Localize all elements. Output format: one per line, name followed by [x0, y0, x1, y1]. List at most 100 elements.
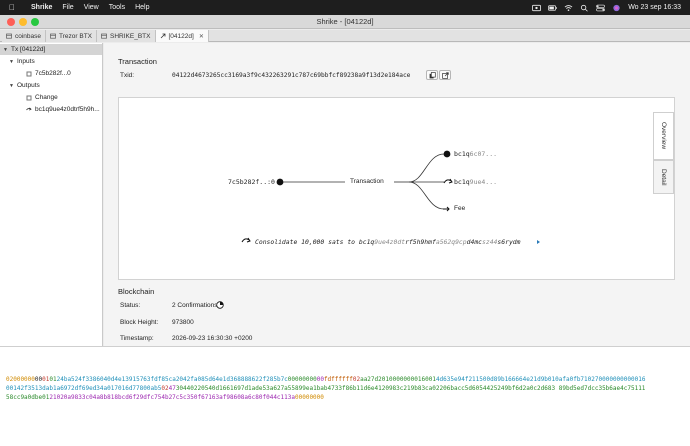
output-1-rest: 6c07...: [469, 150, 498, 158]
tab-bar: coinbase Trezor BTX SHRIKE_BTX [04122d] …: [0, 30, 690, 42]
apple-icon[interactable]: : [9, 3, 19, 12]
tree-input-item[interactable]: 7c5b282f...0: [26, 68, 71, 79]
fee-arrow-icon[interactable]: [443, 206, 450, 212]
copy-txid-button[interactable]: [426, 70, 438, 80]
status-tray-icon[interactable]: [532, 4, 542, 12]
tree-change-label: Change: [35, 94, 58, 101]
tree-root-label: Tx [04122d]: [11, 46, 46, 53]
tree-root[interactable]: ▼ Tx [04122d]: [0, 44, 102, 55]
tree-outputs-label: Outputs: [17, 82, 40, 89]
hex-segment: 00000000: [287, 376, 317, 383]
window-titlebar[interactable]: Shrike - [04122d]: [0, 15, 690, 29]
diagram-center-label[interactable]: Transaction: [350, 178, 384, 185]
status-value: 2 Confirmations: [172, 302, 218, 309]
transaction-memo: Consolidate 10,000 sats to bc1q9ue4z0dtr…: [255, 238, 521, 246]
tab-overview-label: Overview: [660, 122, 667, 150]
wifi-icon[interactable]: [564, 4, 573, 12]
block-height-label: Block Height:: [120, 319, 159, 326]
menubar-status: Wo 23 sep 16:33: [532, 4, 681, 12]
tree-output-address[interactable]: bc1q9ue4z0dtrf5h9h...: [26, 104, 100, 115]
hex-line-3: 58cc9a0dbe0121020a9833c04a8b818bcd6f29df…: [6, 393, 684, 402]
siri-icon[interactable]: [612, 4, 621, 12]
search-icon[interactable]: [580, 4, 589, 12]
hex-line-1: 0200000000010124ba524f3386040d4e13915763…: [6, 375, 684, 384]
block-height-value[interactable]: 973800: [172, 319, 194, 326]
input-node[interactable]: [276, 178, 284, 186]
diagram-fee-label[interactable]: Fee: [454, 205, 465, 212]
tree-output-change[interactable]: Change: [26, 92, 58, 103]
tab-shrike-btx[interactable]: SHRIKE_BTX: [97, 30, 156, 42]
timestamp-label: Timestamp:: [120, 335, 154, 342]
external-link-icon: [441, 71, 449, 79]
output-2-prefix: bc1q: [454, 178, 470, 186]
screen:  Shrike File View Tools Help Wo 23 sep …: [0, 0, 690, 446]
hex-segment: fdffffff: [323, 376, 353, 383]
wallet-icon: [6, 33, 12, 39]
menubar-clock[interactable]: Wo 23 sep 16:33: [628, 4, 681, 11]
hex-segment: aa27d2010000000016001: [360, 376, 436, 383]
menu-help[interactable]: Help: [135, 4, 149, 11]
raw-hex-view[interactable]: 0200000000010124ba524f3386040d4e13915763…: [0, 346, 690, 446]
flow-diagram: [241, 150, 540, 244]
copy-icon: [429, 71, 436, 78]
change-icon: [26, 95, 32, 100]
tab-label: SHRIKE_BTX: [110, 32, 151, 40]
send-arrow-icon: [241, 237, 251, 243]
chevron-down-icon[interactable]: ▼: [3, 47, 8, 53]
tab-label: coinbase: [15, 32, 42, 40]
menu-file[interactable]: File: [62, 4, 73, 11]
output-node-1[interactable]: [443, 150, 451, 158]
close-tab-icon[interactable]: ✕: [199, 33, 204, 40]
menu-app-name[interactable]: Shrike: [31, 4, 52, 11]
hex-segment: 47: [168, 385, 176, 392]
hex-segment: 30440220540d1661697d1ade53a627a55899ea1b…: [175, 385, 646, 392]
menubar:  Shrike File View Tools Help Wo 23 sep …: [0, 0, 690, 15]
memo-address-2: 9ue4z0dt: [374, 238, 406, 246]
memo-address-7: s6rydm: [497, 238, 521, 246]
diagram-input-label[interactable]: 7c5b282f..:0: [228, 178, 275, 186]
control-center-icon[interactable]: [596, 4, 606, 12]
tab-detail[interactable]: Detail: [653, 160, 674, 194]
transaction-diagram: 7c5b282f..:0 Transaction bc1q6c07... bc1…: [118, 97, 675, 280]
hex-segment: 02: [161, 385, 169, 392]
confirmations-pie-icon: [216, 301, 224, 309]
hex-segment: 21020a9833c04a8b818bcd6f29dfc754b27c5c35…: [49, 394, 295, 401]
open-external-button[interactable]: [439, 70, 451, 80]
play-triangle-icon[interactable]: [537, 240, 540, 244]
transaction-heading: Transaction: [118, 57, 157, 66]
send-arrow-icon: [26, 107, 32, 111]
transaction-view: Transaction Txid: 04122d4673265cc3169a3f…: [104, 43, 690, 346]
chevron-down-icon[interactable]: ▼: [9, 83, 14, 89]
tab-coinbase[interactable]: coinbase: [2, 30, 47, 42]
diagram-output-1[interactable]: bc1q6c07...: [454, 150, 497, 158]
menu-tools[interactable]: Tools: [109, 4, 125, 11]
hex-segment: 4d635e94f211500d89b166664e21d9b010afa0fb…: [435, 376, 646, 383]
hex-segment: 00000000: [295, 394, 324, 401]
chevron-down-icon[interactable]: ▼: [9, 59, 14, 65]
hex-segment: 0014: [6, 385, 21, 392]
diagram-output-2[interactable]: bc1q9ue4...: [454, 178, 497, 186]
hex-line-2: 00142f3513dab1a6972df69ed34a017016d77800…: [6, 384, 684, 393]
battery-icon[interactable]: [548, 4, 557, 12]
tree-inputs-label: Inputs: [17, 58, 35, 65]
tab-overview[interactable]: Overview: [653, 112, 674, 160]
hex-segment: 58cc9a0dbe01: [6, 394, 50, 401]
memo-text: Consolidate 10,000 sats to: [255, 238, 359, 246]
tree-input-label: 7c5b282f...0: [35, 70, 71, 77]
hex-segment: 2f3513dab1a6972df69ed34a017016d77800ab5: [20, 385, 162, 392]
memo-address-6: sz44: [482, 238, 498, 246]
menu-view[interactable]: View: [84, 4, 99, 11]
txid-value[interactable]: 04122d4673265cc3169a3f9c432263291c787c69…: [172, 72, 410, 79]
transaction-tree: ▼ Tx [04122d] ▼ Inputs 7c5b282f...0 ▼ Ou…: [0, 43, 103, 346]
tab-trezor-btx[interactable]: Trezor BTX: [46, 30, 98, 42]
wallet-icon: [50, 33, 56, 39]
tree-inputs[interactable]: ▼ Inputs: [9, 56, 35, 67]
memo-address-5: d4mc: [466, 238, 483, 246]
tab-label: [04122d]: [168, 32, 194, 40]
tree-outputs[interactable]: ▼ Outputs: [9, 80, 40, 91]
timestamp-value: 2026-09-23 16:30:30 +0200: [172, 335, 253, 342]
memo-address-4: a562q9cp: [435, 238, 467, 246]
send-arrow-icon: [160, 33, 165, 39]
send-arrow-icon[interactable]: [443, 178, 453, 184]
tab-transaction[interactable]: [04122d] ✕: [155, 30, 209, 42]
